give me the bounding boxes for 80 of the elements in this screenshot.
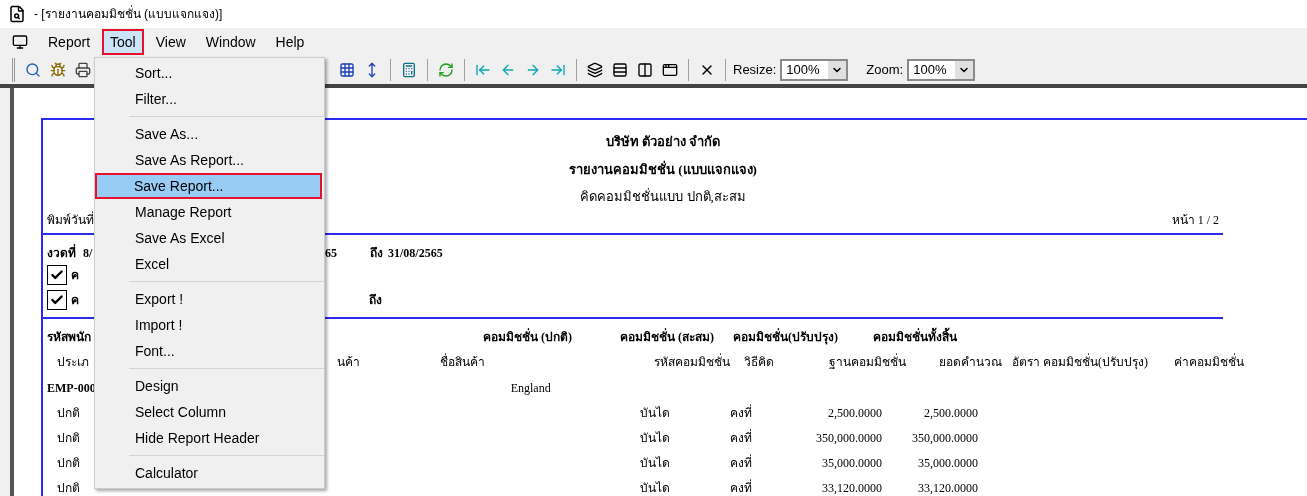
employee-code: EMP-000 (47, 379, 96, 397)
table-cell-text: 2,500.0000 (923, 405, 978, 422)
table-cell-text: 350,000.0000 (911, 430, 978, 447)
menu-item[interactable]: Report (40, 29, 99, 55)
table-cell-text: 350,000.0000 (815, 430, 882, 447)
menu-item[interactable]: Design (95, 373, 324, 399)
zoom-label: Zoom: (866, 61, 904, 80)
column-header: ยอดคำนวณ (938, 353, 1002, 371)
period-from: 8/ (83, 244, 94, 262)
menu-item[interactable]: Sort... (95, 60, 324, 86)
table-cell-text: คงที่ (730, 404, 753, 422)
column-header: คอมมิชชั่น (สะสม) (620, 327, 715, 346)
app-icon (12, 34, 28, 50)
report-title: รายงานคอมมิชชั่น (แบบแจกแจง) (569, 159, 757, 179)
column-header: คอมมิชชั่น(ปรับปรุง) (733, 327, 839, 346)
zoom-dropdown[interactable]: 100% (907, 59, 976, 81)
to-label: ถึง (369, 292, 382, 309)
column-header: วิธีคิด (744, 353, 775, 371)
menu-item[interactable]: Import ! (95, 312, 324, 338)
column-header: คอมมิชชั่นทั้งสิ้น (873, 327, 957, 346)
table-cell-text: คงที่ (730, 429, 753, 447)
table-cell-text: บันได (640, 455, 671, 472)
table-cell-text: 35,000.0000 (821, 455, 882, 472)
table-cell-text: คงที่ (730, 454, 753, 472)
checkbox[interactable] (47, 265, 67, 285)
country: England (510, 379, 551, 397)
menu-item[interactable]: Save As Report... (95, 147, 324, 173)
report-title: บริษัท ตัวอย่าง จำกัด (605, 133, 721, 151)
menu-item[interactable]: Select Column (95, 399, 324, 425)
menu-item[interactable]: Save As... (95, 121, 324, 147)
resize-label: Resize: (733, 61, 777, 80)
column-header: คอมมิชชั่น (ปกติ) (483, 327, 573, 346)
table-cell-text: ปกติ (57, 405, 80, 422)
table-cell-text: ปกติ (57, 480, 80, 496)
table-cell-text: 35,000.0000 (917, 455, 978, 472)
column-header: ประเภ (57, 353, 89, 371)
menu-item[interactable]: View (147, 29, 194, 55)
window-title: - [รายงานคอมมิชชั่น (แบบแจกแจง)] (34, 5, 223, 23)
menu-item[interactable]: Filter... (95, 86, 324, 112)
menu-item[interactable]: Hide Report Header (95, 425, 324, 451)
menu-item[interactable]: Tool (102, 29, 144, 55)
table-cell-text: บันได (640, 480, 671, 496)
column-header: อัตรา คอมมิชชั่น(ปรับปรุง) (1012, 352, 1149, 371)
checkbox[interactable] (47, 290, 67, 310)
table-cell-text: บันได (640, 405, 671, 422)
table-cell-text: 33,120.0000 (821, 480, 882, 496)
column-header: นค้า (337, 353, 360, 371)
check-icon (50, 293, 64, 307)
column-header: รหัสคอมมิชชั่น (653, 352, 730, 371)
menu-item[interactable]: Calculator (95, 460, 324, 486)
menu-item[interactable]: Help (267, 29, 313, 55)
page-number: หน้า 1 / 2 (1171, 211, 1219, 229)
menu-item[interactable]: Manage Report (95, 199, 324, 225)
menu-item[interactable]: Save As Excel (95, 225, 324, 251)
menu-item[interactable]: Export ! (95, 286, 324, 312)
menu-item[interactable]: Excel (95, 251, 324, 277)
report-icon (8, 5, 26, 23)
table-cell-text: บันได (640, 430, 671, 447)
column-header: ฐานคอมมิชชั่น (828, 352, 906, 371)
table-cell-text: ปกติ (57, 455, 80, 472)
check-icon (50, 268, 64, 282)
table-cell-text: 2,500.0000 (827, 405, 882, 422)
option-label: ค (71, 267, 79, 284)
table-cell-text: คงที่ (730, 479, 753, 496)
table-cell-text: ปกติ (57, 430, 80, 447)
menu-item[interactable]: Window (197, 29, 264, 55)
period-label: งวดที่ (47, 243, 77, 262)
column-header: รหัสพนัก (47, 328, 92, 346)
table-cell-text: 33,120.0000 (917, 480, 978, 496)
period-to: 31/08/2565 (388, 244, 443, 262)
option-label: ค (71, 292, 79, 309)
column-header: ชื่อสินค้า (440, 352, 486, 371)
menu-item[interactable]: Save Report... (95, 173, 322, 199)
column-header: ค่าคอมมิชชั่น (1173, 352, 1244, 371)
print-date-label: พิมพ์วันที่ (47, 210, 94, 229)
to-label: ถึง (370, 244, 384, 262)
report-title: คิดคอมมิชชั่นแบบ ปกติ,สะสม (580, 187, 746, 206)
menu-item[interactable]: Font... (95, 338, 324, 364)
period-fragment: 65 (325, 244, 338, 262)
resize-dropdown[interactable]: 100% (780, 59, 849, 81)
